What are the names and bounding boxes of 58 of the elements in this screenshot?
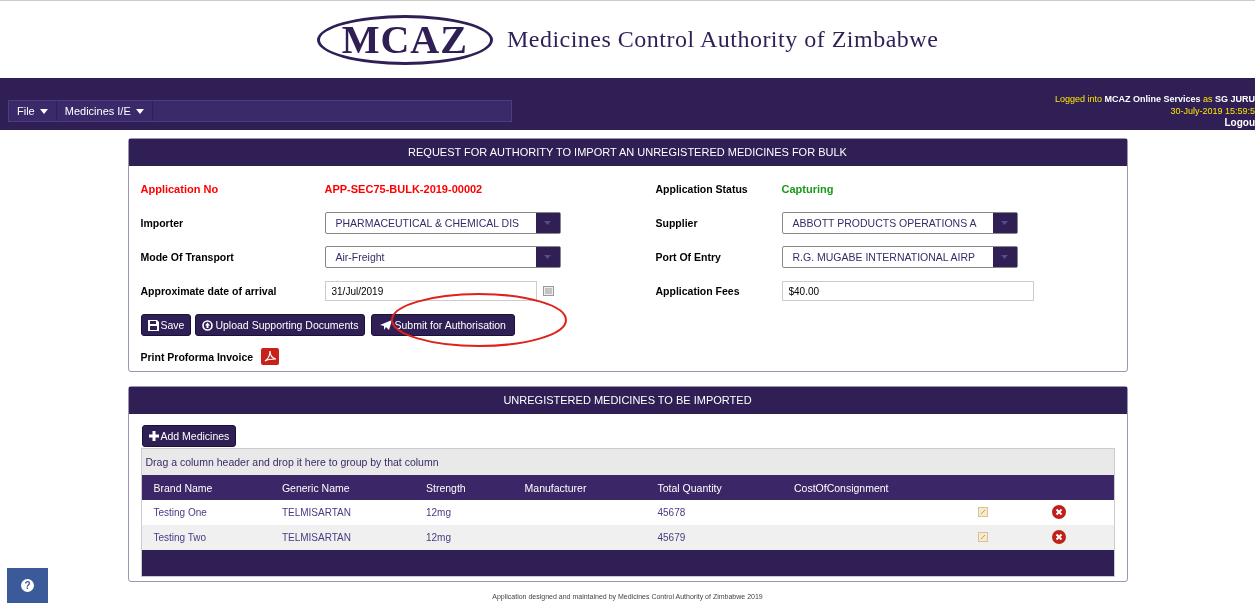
submit-button[interactable]: Submit for Authorisation [371, 314, 515, 336]
group-hint: Drag a column header and drop it here to group by that column [141, 449, 1114, 475]
caret-icon [1001, 221, 1008, 225]
table-cell: Testing One [141, 500, 270, 525]
upload-button[interactable]: Upload Supporting Documents [195, 314, 366, 336]
caret-icon [135, 108, 144, 114]
table-cell: 12mg [413, 525, 513, 550]
panel-header: UNREGISTERED MEDICINES TO BE IMPORTED [128, 387, 1127, 414]
caret-icon [1001, 255, 1008, 259]
application-number: APP-SEC75-BULK-2019-00002 [324, 182, 484, 197]
site-title: Medicines Control Authority of Zimbabwe [506, 26, 939, 53]
panel-header: REQUEST FOR AUTHORITY TO IMPORT AN UNREGISTERED MEDICINES FOR BULK [128, 139, 1127, 166]
dropdown-field[interactable]: Air-Freight [324, 246, 561, 268]
column-header[interactable]: Total Quantity [645, 475, 782, 500]
field-label: Application Fees [655, 284, 741, 299]
table-cell: 45678 [645, 500, 782, 525]
field-label: Port Of Entry [655, 250, 722, 265]
field-label: Application Status [655, 182, 749, 197]
status-text: Capturing [781, 182, 835, 197]
delete-icon[interactable] [1051, 504, 1066, 519]
dropdown-field[interactable]: R.G. MUGABE INTERNATIONAL AIRP [781, 246, 1018, 268]
send-icon [380, 320, 393, 330]
caret-icon [544, 221, 551, 225]
column-header[interactable]: Manufacturer [512, 475, 646, 500]
plus-icon [148, 431, 159, 441]
column-header[interactable]: CostOfConsignment [782, 475, 966, 500]
help-button[interactable]: ? [7, 568, 48, 603]
logo: MCAZ [316, 14, 493, 65]
field-label: Supplier [655, 216, 699, 231]
pdf-icon[interactable] [261, 348, 280, 365]
field-label: Approximate date of arrival [140, 284, 278, 299]
dropdown-field[interactable]: PHARMACEUTICAL & CHEMICAL DIS [324, 212, 561, 234]
login-status: Logged into MCAZ Online Services as SG JURU [1054, 93, 1255, 105]
logout-link[interactable]: Logou [1224, 117, 1255, 129]
calendar-icon[interactable] [542, 286, 554, 296]
delete-icon[interactable] [1051, 529, 1066, 544]
date-time: 30-July-2019 15:59:5 [1170, 105, 1255, 117]
column-header[interactable]: Strength [413, 475, 513, 500]
date-field[interactable]: 31/Jul/2019 [324, 281, 537, 301]
caret-icon [39, 108, 48, 114]
table-cell: Testing Two [141, 525, 270, 550]
upload-icon [202, 319, 214, 331]
field-label: Importer [140, 216, 185, 231]
field-label: Mode Of Transport [140, 250, 235, 265]
caret-icon [544, 255, 551, 259]
field-label: Application No [140, 182, 220, 197]
table-cell: TELMISARTAN [269, 500, 414, 525]
table-cell: TELMISARTAN [269, 525, 414, 550]
floppy-icon [147, 319, 159, 331]
add-medicines-button[interactable]: Add Medicines [141, 425, 237, 447]
fees-field[interactable]: $40.00 [781, 281, 1034, 301]
dropdown-field[interactable]: ABBOTT PRODUCTS OPERATIONS A [781, 212, 1018, 234]
column-header[interactable]: Generic Name [269, 475, 414, 500]
column-header[interactable]: Brand Name [141, 475, 270, 500]
table-cell: 12mg [413, 500, 513, 525]
save-button[interactable]: Save [140, 314, 192, 336]
table-cell: 45679 [645, 525, 782, 550]
print-label: Print Proforma Invoice [140, 350, 254, 363]
